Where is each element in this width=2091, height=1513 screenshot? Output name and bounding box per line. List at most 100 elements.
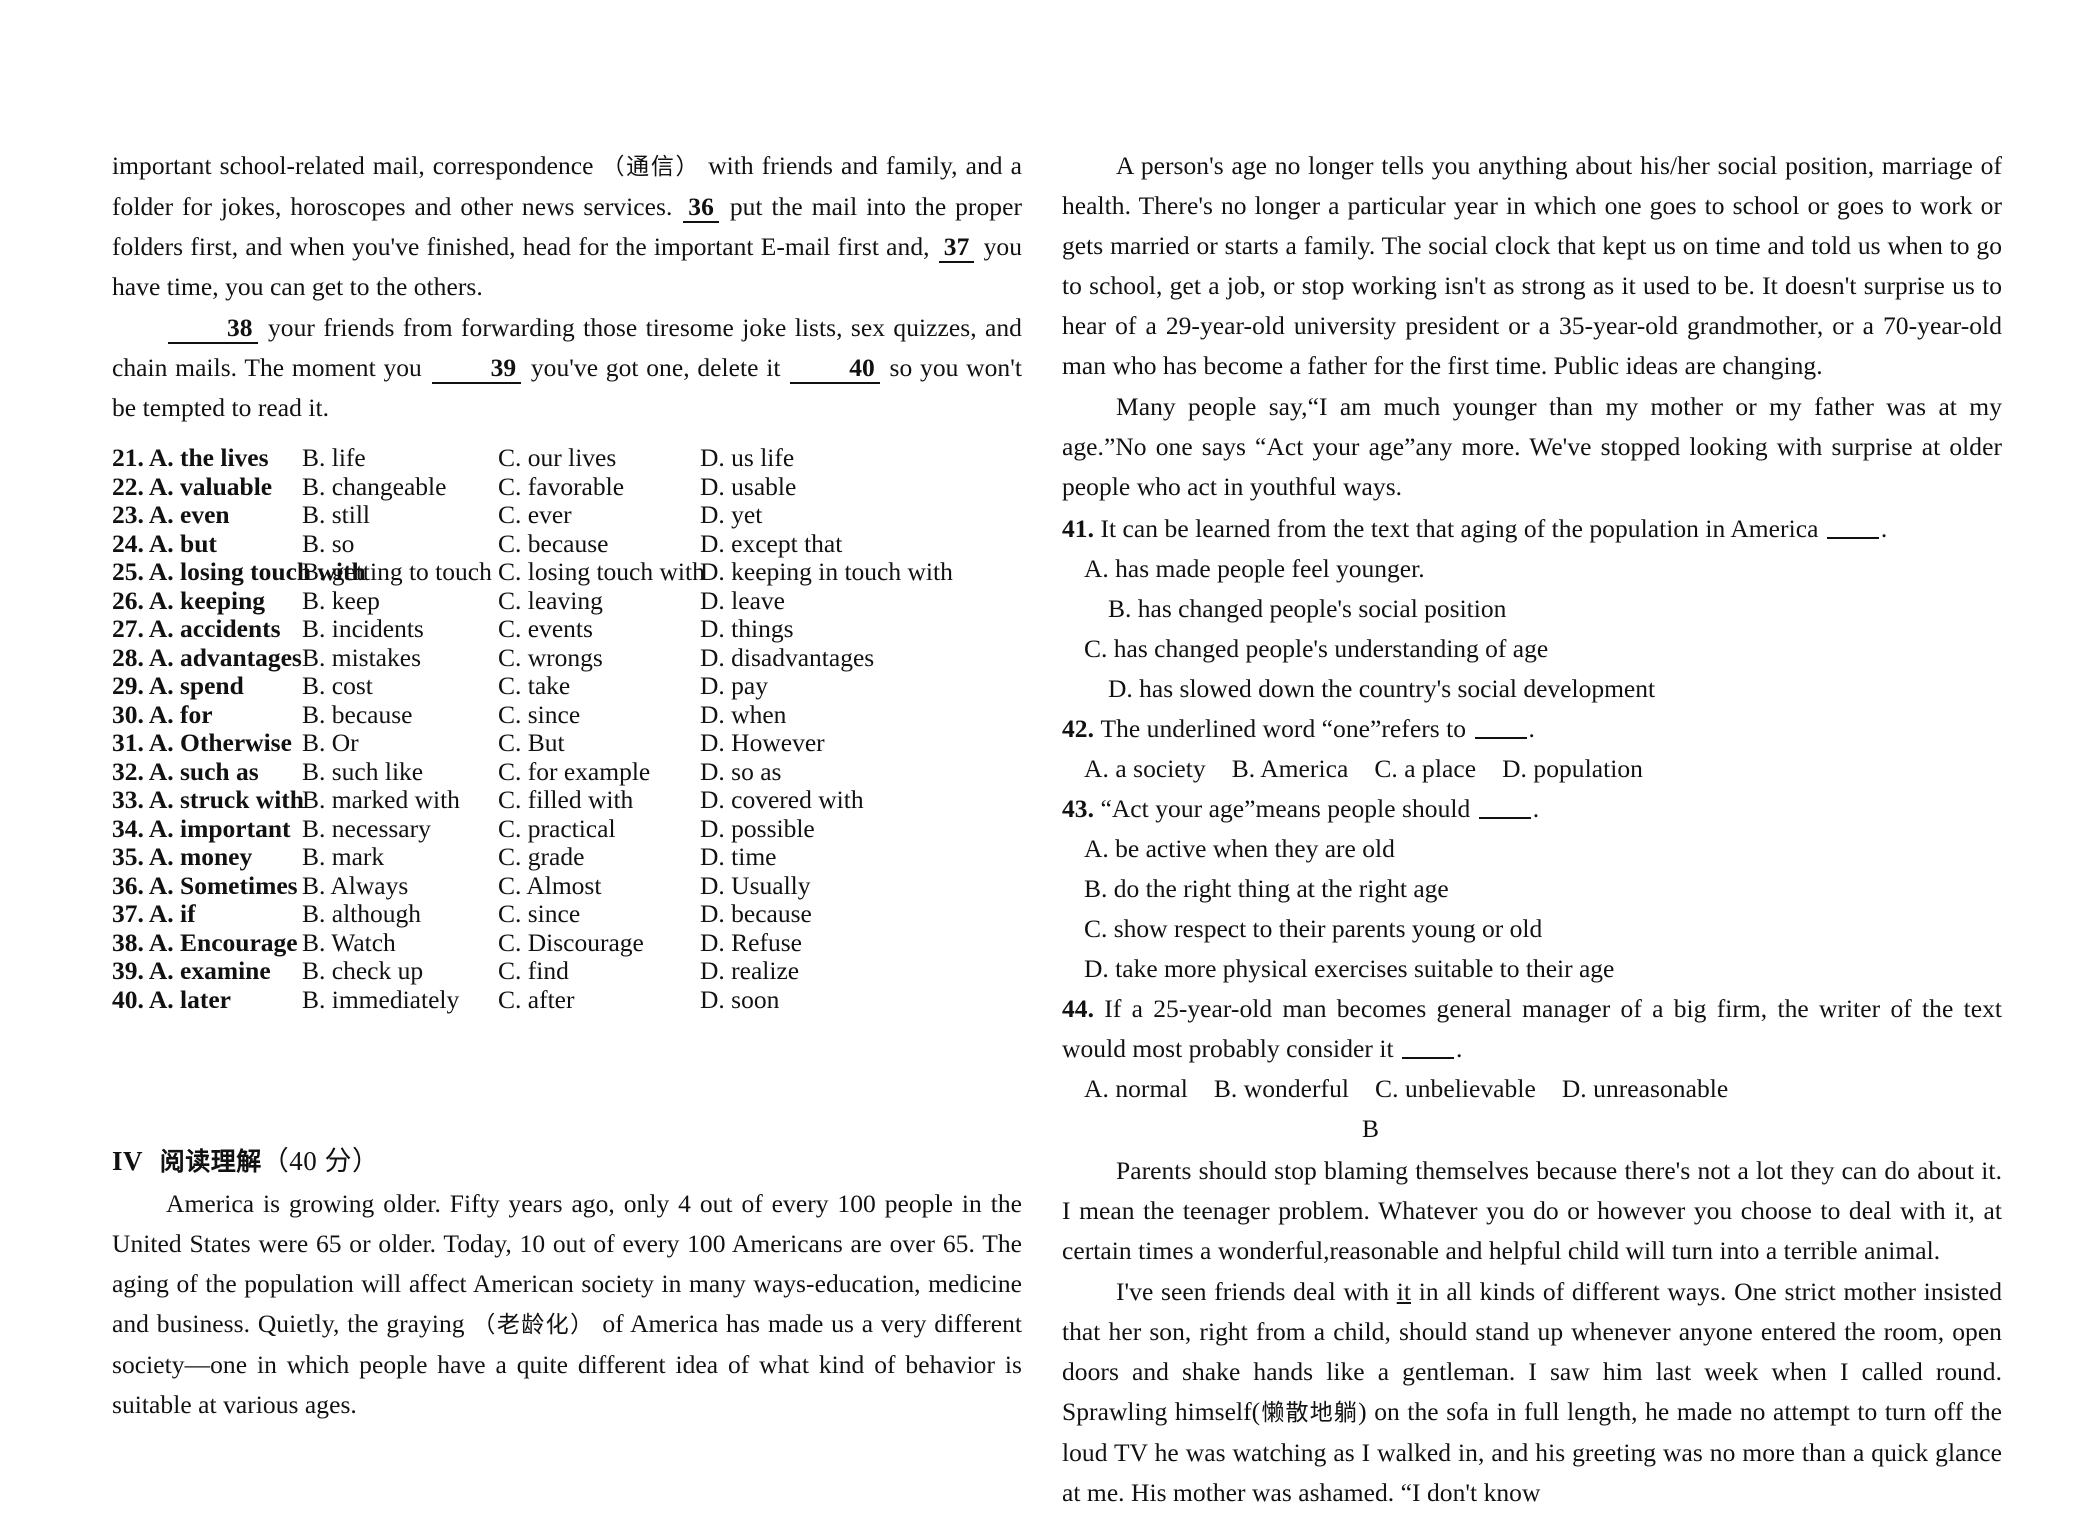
cloze-option-b[interactable]: B. check up [302,956,498,986]
question-choice[interactable]: D. unreasonable [1562,1074,1728,1103]
cloze-option-row: 36. A. Sometimes B. Always C. Almost D. Usu… [112,871,1022,901]
cloze-option-d[interactable]: D. disadvantages [700,643,940,673]
cloze-option-b[interactable]: B. keep [302,586,498,616]
cloze-option-b[interactable]: B. immediately [302,985,498,1015]
cloze-option-c[interactable]: C. Almost [498,871,700,901]
question-choice[interactable]: D. population [1502,754,1643,783]
cloze-option-c[interactable]: C. ever [498,500,700,530]
question-choice[interactable]: B. America [1232,754,1349,783]
cloze-option-a[interactable]: 39. A. examine [112,956,302,986]
cloze-option-d[interactable]: D. usable [700,472,940,502]
cloze-option-row: 27. A. accidents B. incidents C. events D. … [112,614,1022,644]
cloze-option-d[interactable]: D. Refuse [700,928,940,958]
question-choice[interactable]: A. has made people feel younger. [1062,549,2002,589]
cloze-option-c[interactable]: C. since [498,700,700,730]
cloze-option-a[interactable]: 24. A. but [112,528,302,559]
cloze-option-a[interactable]: 33. A. struck with [112,785,304,815]
question-choice[interactable]: C. show respect to their parents young o… [1062,909,2002,949]
cloze-option-d[interactable]: D. soon [700,985,940,1015]
cloze-option-a[interactable]: 36. A. Sometimes [112,871,302,901]
cloze-option-a[interactable]: 22. A. valuable [112,472,302,502]
cloze-option-b[interactable]: B. although [302,899,498,929]
cloze-blank-37: 37 [938,233,975,263]
cloze-option-c[interactable]: C. wrongs [498,643,700,673]
cloze-option-a[interactable]: 31. A. Otherwise [112,728,302,758]
cloze-option-a[interactable]: 37. A. if [112,899,302,929]
cloze-option-b[interactable]: B. still [302,500,498,530]
cloze-option-b[interactable]: B. cost [302,671,498,701]
question-choice[interactable]: A. normal [1084,1074,1188,1103]
cloze-option-d[interactable]: D. possible [700,814,940,844]
cloze-option-b[interactable]: B. necessary [302,814,498,844]
cloze-option-number: 24. [112,528,149,558]
cloze-option-c[interactable]: C. losing touch with [498,557,705,587]
cloze-option-b[interactable]: B. getting to touch [302,557,498,587]
cloze-option-a[interactable]: 35. A. money [112,842,302,872]
cloze-option-b[interactable]: B. incidents [302,614,498,644]
cloze-option-a[interactable]: 23. A. even [112,500,302,530]
question-choice[interactable]: A. be active when they are old [1062,829,2002,869]
cloze-option-b[interactable]: B. Or [302,728,498,758]
cloze-option-c[interactable]: C. leaving [498,586,700,616]
question-choice[interactable]: C. a place [1374,754,1476,783]
question-choice[interactable]: C. unbelievable [1375,1074,1536,1103]
cloze-option-a[interactable]: 29. A. spend [112,671,302,701]
cloze-option-b[interactable]: B. Watch [302,928,498,958]
cloze-option-a[interactable]: 26. A. keeping [112,586,302,616]
cloze-option-d[interactable]: D. us life [700,443,940,473]
cloze-option-b[interactable]: B. mark [302,842,498,872]
cloze-option-d[interactable]: D. so as [700,757,940,787]
cloze-option-c[interactable]: C. take [498,671,700,701]
cloze-option-a[interactable]: 40. A. later [112,985,302,1015]
cloze-option-a[interactable]: 38. A. Encourage [112,928,302,958]
cloze-option-c[interactable]: C. events [498,614,700,644]
cloze-option-b[interactable]: B. such like [302,757,498,787]
cloze-option-a[interactable]: 25. A. losing touch with [112,557,366,587]
cloze-option-a[interactable]: 30. A. for [112,700,302,730]
cloze-option-a[interactable]: 28. A. advantages [112,643,302,673]
cloze-option-b[interactable]: B. marked with [302,785,498,815]
question-choice[interactable]: A. a society [1084,754,1206,783]
question-choice[interactable]: B. wonderful [1214,1074,1349,1103]
cloze-option-c[interactable]: C. find [498,956,700,986]
cloze-option-c[interactable]: C. But [498,728,700,758]
cloze-option-d[interactable]: D. realize [700,956,940,986]
question-choice[interactable]: B. do the right thing at the right age [1062,869,2002,909]
cloze-option-d[interactable]: D. pay [700,671,940,701]
cloze-option-c[interactable]: C. filled with [498,785,700,815]
cloze-option-b[interactable]: B. life [302,443,498,473]
question-choice[interactable]: B. has changed people's social position [1062,589,2002,629]
cloze-option-c[interactable]: C. grade [498,842,700,872]
cloze-option-a[interactable]: 32. A. such as [112,757,302,787]
cloze-option-d[interactable]: D. time [700,842,940,872]
cloze-option-d[interactable]: D. covered with [700,785,940,815]
question-choice[interactable]: C. has changed people's understanding of… [1062,629,2002,669]
cloze-option-c[interactable]: C. because [498,529,700,559]
cloze-option-d[interactable]: D. keeping in touch with [700,557,953,587]
question-choice[interactable]: D. has slowed down the country's social … [1062,669,2002,709]
cloze-option-b[interactable]: B. because [302,700,498,730]
cloze-option-d[interactable]: D. However [700,728,940,758]
cloze-option-b[interactable]: B. so [302,529,498,559]
cloze-option-d[interactable]: D. except that [700,529,940,559]
cloze-option-a[interactable]: 27. A. accidents [112,614,302,644]
cloze-option-c[interactable]: C. since [498,899,700,929]
question-choice[interactable]: D. take more physical exercises suitable… [1062,949,2002,989]
cloze-option-b[interactable]: B. mistakes [302,643,498,673]
cloze-option-a[interactable]: 34. A. important [112,814,302,844]
cloze-option-c[interactable]: C. favorable [498,472,700,502]
cloze-option-d[interactable]: D. when [700,700,940,730]
cloze-option-d[interactable]: D. leave [700,586,940,616]
cloze-option-b[interactable]: B. Always [302,871,498,901]
cloze-option-c[interactable]: C. Discourage [498,928,700,958]
cloze-option-d[interactable]: D. things [700,614,940,644]
cloze-option-b[interactable]: B. changeable [302,472,498,502]
cloze-option-a[interactable]: 21. A. the lives [112,443,302,473]
cloze-option-c[interactable]: C. practical [498,814,700,844]
cloze-option-d[interactable]: D. yet [700,500,940,530]
cloze-option-d[interactable]: D. Usually [700,871,940,901]
cloze-option-c[interactable]: C. after [498,985,700,1015]
cloze-option-c[interactable]: C. for example [498,757,700,787]
cloze-option-c[interactable]: C. our lives [498,443,700,473]
cloze-option-d[interactable]: D. because [700,899,940,929]
